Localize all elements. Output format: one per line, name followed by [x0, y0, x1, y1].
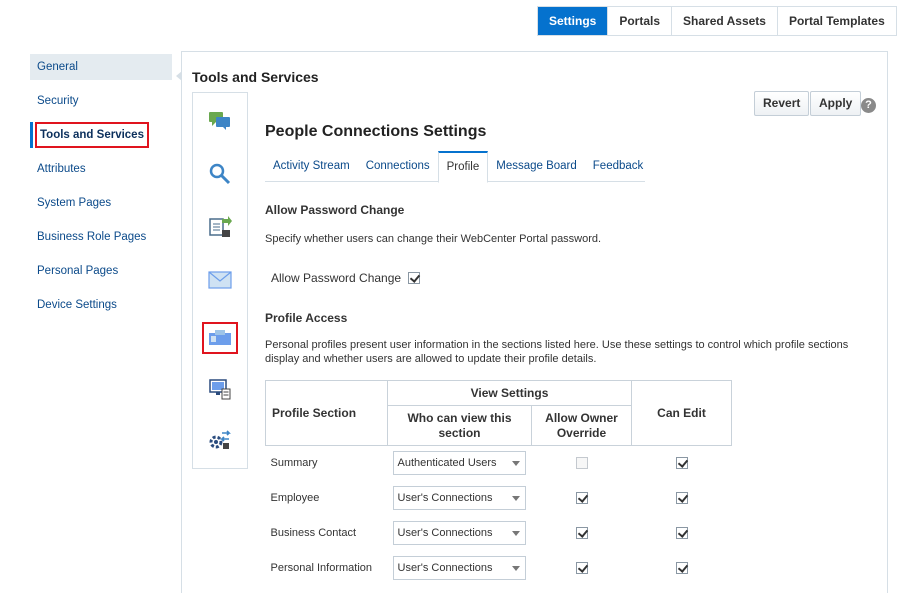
who-can-view-select[interactable]: User's Connections: [392, 486, 526, 510]
select-value: User's Connections: [397, 492, 493, 504]
chevron-down-icon: [511, 531, 520, 536]
allow-override-checkbox: [575, 457, 588, 470]
tab-activity-stream[interactable]: Activity Stream: [265, 151, 358, 182]
profile-access-description: Personal profiles present user informati…: [265, 338, 848, 366]
service-icon-strip: [192, 92, 248, 469]
allow-password-change-checkbox[interactable]: [408, 272, 421, 284]
sidebar-item-general[interactable]: General: [30, 54, 172, 80]
settings-sidebar: General Security Tools and Services Attr…: [30, 54, 172, 326]
document-transfer-icon[interactable]: [204, 213, 236, 241]
password-description: Specify whether users can change their W…: [265, 233, 602, 245]
profile-card-icon[interactable]: [202, 322, 238, 354]
tab-connections[interactable]: Connections: [358, 151, 438, 182]
tab-portal-templates[interactable]: Portal Templates: [778, 7, 896, 35]
tab-portals[interactable]: Portals: [608, 7, 673, 35]
envelope-icon[interactable]: [204, 266, 236, 294]
help-icon[interactable]: ?: [861, 98, 876, 113]
row-section-label: Summary: [270, 457, 318, 470]
tab-shared-assets[interactable]: Shared Assets: [672, 7, 778, 35]
profile-access-description-line2: display and whether users are allowed to…: [265, 353, 597, 365]
allow-password-change-row: Allow Password Change: [271, 271, 421, 285]
revert-button[interactable]: Revert: [754, 91, 810, 116]
can-edit-checkbox[interactable]: [675, 492, 688, 505]
select-value: Authenticated Users: [397, 457, 497, 470]
col-who-can-view-line1: Who can view this: [407, 410, 512, 425]
can-edit-checkbox[interactable]: [675, 562, 688, 575]
panel-title: Tools and Services: [192, 69, 319, 85]
col-can-edit: Can Edit: [631, 380, 732, 446]
sidebar-item-tools-and-services[interactable]: Tools and Services: [30, 122, 172, 148]
can-edit-checkbox[interactable]: [675, 457, 688, 470]
select-value: User's Connections: [397, 527, 493, 539]
sidebar-item-security[interactable]: Security: [30, 88, 172, 114]
magnifier-icon[interactable]: [204, 160, 236, 188]
profile-sections-table: Profile Section View Settings Can Edit W…: [265, 380, 732, 586]
col-profile-section: Profile Section: [265, 380, 388, 446]
col-override-line2: Override: [556, 425, 607, 440]
desktop-documents-icon[interactable]: [204, 375, 236, 403]
settings-transfer-icon[interactable]: [204, 426, 236, 454]
chevron-down-icon: [511, 461, 520, 467]
allow-password-change-label: Allow Password Change: [271, 271, 402, 285]
table-row: Business Contact User's Connections: [266, 516, 732, 551]
chevron-down-icon: [511, 566, 520, 571]
apply-button[interactable]: Apply: [810, 91, 862, 116]
sidebar-item-personal-pages[interactable]: Personal Pages: [30, 258, 172, 284]
col-who-can-view-line2: section: [438, 425, 481, 440]
people-connections-tabs: Activity Stream Connections Profile Mess…: [265, 151, 645, 183]
tab-settings[interactable]: Settings: [538, 7, 609, 35]
who-can-view-select[interactable]: Authenticated Users: [392, 451, 526, 476]
tab-feedback[interactable]: Feedback: [585, 151, 652, 182]
sidebar-item-business-role-pages[interactable]: Business Role Pages: [30, 224, 172, 250]
table-row: Summary Authenticated Users: [266, 446, 732, 481]
col-override-line1: Allow Owner: [545, 410, 618, 425]
row-section-label: Business Contact: [270, 527, 357, 539]
col-view-settings: View Settings: [387, 380, 632, 406]
tools-services-panel: Tools and Services Revert Apply ? People…: [176, 51, 888, 593]
password-section-title: Allow Password Change: [265, 203, 405, 217]
profile-access-title: Profile Access: [265, 311, 348, 325]
col-allow-owner-override: Allow Owner Override: [531, 405, 632, 446]
profile-access-description-line1: Personal profiles present user informati…: [265, 339, 849, 351]
table-row: Employee User's Connections: [266, 481, 732, 516]
row-section-label: Employee: [270, 492, 320, 504]
chevron-down-icon: [511, 496, 520, 501]
sidebar-item-attributes[interactable]: Attributes: [30, 156, 172, 182]
row-section-label: Personal Information: [270, 562, 373, 574]
select-value: User's Connections: [397, 562, 493, 574]
who-can-view-select[interactable]: User's Connections: [392, 556, 526, 580]
table-row: Personal Information User's Connections: [266, 551, 732, 586]
tab-message-board[interactable]: Message Board: [488, 151, 585, 182]
chat-bubbles-icon[interactable]: [204, 107, 236, 135]
panel-pointer: [176, 71, 182, 81]
tab-profile[interactable]: Profile: [437, 151, 489, 183]
col-who-can-view: Who can view this section: [387, 405, 532, 446]
allow-override-checkbox[interactable]: [575, 527, 588, 540]
sidebar-item-label: Tools and Services: [35, 122, 149, 148]
who-can-view-select[interactable]: User's Connections: [392, 521, 526, 545]
can-edit-checkbox[interactable]: [675, 527, 688, 540]
sidebar-item-system-pages[interactable]: System Pages: [30, 190, 172, 216]
page-title: People Connections Settings: [265, 123, 487, 140]
allow-override-checkbox[interactable]: [575, 562, 588, 575]
allow-override-checkbox[interactable]: [575, 492, 588, 505]
top-tab-bar: Settings Portals Shared Assets Portal Te…: [537, 6, 897, 36]
sidebar-item-device-settings[interactable]: Device Settings: [30, 292, 172, 318]
